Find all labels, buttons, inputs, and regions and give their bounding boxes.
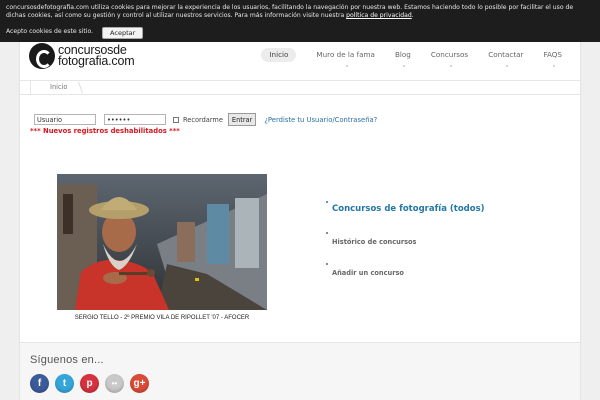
add-contest-link[interactable]: Añadir un concurso (332, 269, 404, 277)
remember-me-checkbox[interactable] (173, 116, 179, 123)
nav-item-muro-de-la-fama[interactable]: Muro de la fama (316, 48, 375, 67)
cookie-accept-button[interactable]: Aceptar (102, 26, 144, 39)
site-header: concursosde fotografia.com Inicio Muro d… (20, 40, 580, 78)
breadcrumb: Inicio (20, 80, 580, 95)
site-logo[interactable]: concursosde fotografia.com (29, 43, 135, 69)
nav-item-inicio[interactable]: Inicio (261, 48, 297, 62)
follow-us-title: Síguenos en... (30, 354, 104, 366)
list-item: Concursos de fotografía (todos) (326, 196, 485, 215)
social-footer: Síguenos en... f t p •• g+ (20, 342, 580, 400)
twitter-icon[interactable]: t (55, 374, 74, 393)
login-button[interactable]: Entrar (227, 113, 257, 126)
cookie-accept-label: Acepto cookies de este sitio. (6, 28, 94, 36)
logo-text-line2: fotografia.com (58, 54, 135, 68)
page-container: concursosde fotografia.com Inicio Muro d… (19, 40, 581, 400)
remember-me-label: Recordarme (183, 115, 223, 124)
breadcrumb-separator (70, 82, 84, 93)
privacy-policy-link[interactable]: política de privacidad (346, 12, 412, 19)
historic-contests-link[interactable]: Histórico de concursos (332, 238, 417, 246)
login-form: Recordarme Entrar ¿Perdiste tu Usuario/C… (34, 113, 377, 126)
facebook-icon[interactable]: f (30, 374, 49, 393)
breadcrumb-item-inicio[interactable]: Inicio (50, 81, 67, 94)
registration-disabled-notice: *** Nuevos registros deshabilitados *** (30, 127, 180, 135)
remember-me[interactable]: Recordarme (173, 116, 223, 124)
main-nav: Inicio Muro de la fama Blog Concursos Co… (241, 48, 562, 67)
logo-icon (29, 43, 55, 69)
nav-item-concursos[interactable]: Concursos (431, 48, 468, 67)
password-input[interactable] (104, 114, 166, 125)
flickr-icon[interactable]: •• (105, 374, 124, 393)
google-plus-icon[interactable]: g+ (130, 374, 149, 393)
list-item: Añadir un concurso (326, 260, 485, 279)
pinterest-icon[interactable]: p (80, 374, 99, 393)
forgot-credentials-link[interactable]: ¿Perdiste tu Usuario/Contraseña? (264, 116, 377, 124)
breadcrumb-home-tab[interactable] (20, 81, 31, 94)
nav-item-blog[interactable]: Blog (395, 48, 411, 67)
nav-item-faqs[interactable]: FAQS (544, 48, 562, 67)
contest-links: Concursos de fotografía (todos) Históric… (326, 196, 485, 279)
cookie-message-text: concursosdefotografia.com utiliza cookie… (6, 4, 574, 20)
featured-photo (57, 174, 267, 310)
list-item: Histórico de concursos (326, 229, 485, 248)
cookie-message: concursosdefotografia.com utiliza cookie… (6, 4, 574, 20)
photo-caption: SERGIO TELLO - 2º PREMIO VILA DE RIPOLLE… (74, 315, 250, 321)
nav-item-contactar[interactable]: Contactar (488, 48, 524, 67)
social-links: f t p •• g+ (30, 374, 155, 393)
username-input[interactable] (34, 114, 96, 125)
cookie-consent-bar: concursosdefotografia.com utiliza cookie… (0, 0, 600, 42)
all-contests-link[interactable]: Concursos de fotografía (todos) (332, 204, 485, 214)
